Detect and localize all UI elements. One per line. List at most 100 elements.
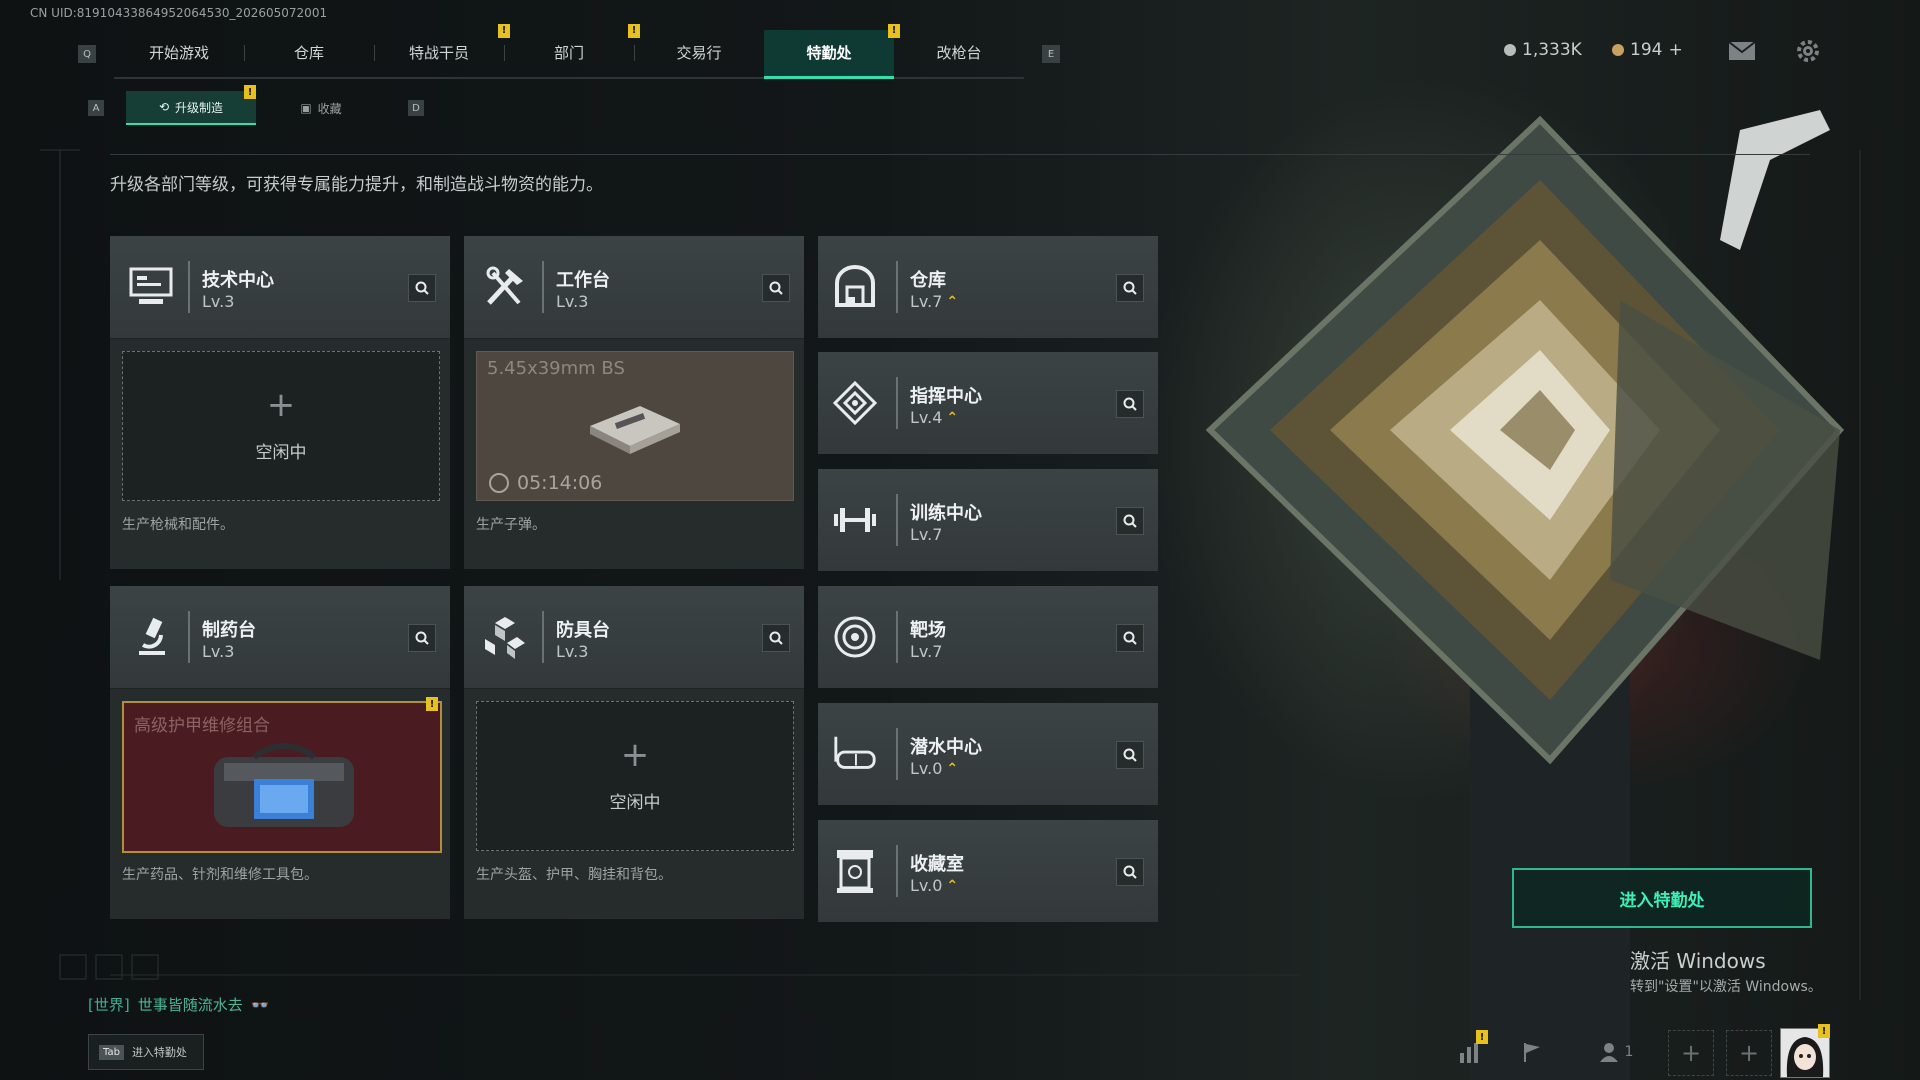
production-timer: 05:14:06 <box>489 472 602 494</box>
facility-level: Lv.7 ⌃ <box>910 292 959 311</box>
add-icon: + <box>1738 1039 1760 1067</box>
enter-special-ops-button[interactable]: 进入特勤处 <box>1512 868 1812 928</box>
search-icon[interactable] <box>1116 624 1144 652</box>
search-icon[interactable] <box>762 624 790 652</box>
friends-button[interactable]: 1 <box>1586 1030 1646 1074</box>
facility-name: 靶场 <box>910 620 946 641</box>
stats-icon[interactable]: ! <box>1448 1030 1492 1074</box>
dumbbell-icon <box>832 497 878 543</box>
separator <box>896 494 898 546</box>
page-description: 升级各部门等级，可获得专属能力提升，和制造战斗物资的能力。 <box>110 175 603 195</box>
search-icon[interactable] <box>1116 390 1144 418</box>
mail-icon[interactable] <box>1728 40 1756 62</box>
cubes-icon <box>482 614 528 660</box>
settings-gear-icon[interactable] <box>1794 40 1822 62</box>
search-icon[interactable] <box>408 274 436 302</box>
search-icon[interactable] <box>1116 274 1144 302</box>
facility-level: Lv.0 ⌃ <box>910 876 959 895</box>
friends-count: 1 <box>1624 1044 1634 1060</box>
separator <box>188 261 190 313</box>
friends-icon <box>1599 1043 1618 1062</box>
add-party-slot-button[interactable]: + <box>1726 1030 1772 1076</box>
subtab-upgrade-craft[interactable]: ⟲ 升级制造 ! <box>126 85 256 125</box>
tab-hint[interactable]: Tab 进入特勤处 <box>88 1034 204 1070</box>
card-pharmacy[interactable]: 制药台 Lv.3 高级护甲维修组合 ! 生产药品、针剂和维修工具包。 <box>110 586 450 919</box>
emote-icon: 👓 <box>250 995 270 1014</box>
slot-status: 空闲中 <box>255 443 307 463</box>
production-slot-idle[interactable]: + 空闲中 <box>476 701 794 851</box>
facility-name: 技术中心 <box>202 270 274 291</box>
special-ops-cube-illustration <box>1205 110 1845 1080</box>
upgrade-available-icon: ⌃ <box>946 409 959 426</box>
subnav-prev-key[interactable]: A <box>88 100 104 116</box>
separator <box>542 611 544 663</box>
silver-coin-icon <box>1504 44 1516 56</box>
facility-level: Lv.3 <box>202 292 235 311</box>
warehouse-icon <box>832 264 878 310</box>
card-armor-bench[interactable]: 防具台 Lv.3 + 空闲中 生产头盔、护甲、胸挂和背包。 <box>464 586 804 919</box>
card-tech-center[interactable]: 技术中心 Lv.3 + 空闲中 生产枪械和配件。 <box>110 236 450 569</box>
card-description: 生产药品、针剂和维修工具包。 <box>122 867 318 883</box>
microscope-icon <box>128 614 174 660</box>
subtab-collection[interactable]: ▣ 收藏 <box>256 92 386 124</box>
flag-icon[interactable] <box>1510 1030 1554 1074</box>
tab-start-game[interactable]: 开始游戏 <box>114 30 244 76</box>
tab-operators[interactable]: 特战干员! <box>374 23 510 76</box>
facility-level: Lv.3 <box>202 642 235 661</box>
production-slot-active[interactable]: 5.45x39mm BS 05:14:06 <box>476 351 794 501</box>
card-description: 生产枪械和配件。 <box>122 517 234 533</box>
facility-collection-room[interactable]: 收藏室 Lv.0 ⌃ <box>818 820 1158 922</box>
facility-name: 仓库 <box>910 270 946 291</box>
add-icon: + <box>620 735 650 775</box>
production-slot-complete[interactable]: 高级护甲维修组合 ! <box>122 697 442 853</box>
facility-diving-center[interactable]: 潜水中心 Lv.0 ⌃ <box>818 703 1158 805</box>
target-icon <box>832 614 878 660</box>
nav-prev-key[interactable]: Q <box>78 45 96 63</box>
card-workbench[interactable]: 工作台 Lv.3 5.45x39mm BS 05:14:06 生产子弹。 <box>464 236 804 569</box>
tab-warehouse[interactable]: 仓库 <box>244 30 374 76</box>
facility-name: 制药台 <box>202 620 256 641</box>
tab-trading[interactable]: 交易行 <box>634 30 764 76</box>
search-icon[interactable] <box>1116 858 1144 886</box>
separator <box>896 845 898 897</box>
top-nav: Q 开始游戏 仓库 特战干员! 部门! 交易行 特勤处! 改枪台 E <box>78 23 1060 79</box>
nav-next-key[interactable]: E <box>1042 45 1060 63</box>
facility-command-center[interactable]: 指挥中心 Lv.4 ⌃ <box>818 352 1158 454</box>
search-icon[interactable] <box>408 624 436 652</box>
search-icon[interactable] <box>1116 507 1144 535</box>
tab-gunsmith[interactable]: 改枪台 <box>894 30 1024 76</box>
search-icon[interactable] <box>762 274 790 302</box>
production-slot-idle[interactable]: + 空闲中 <box>122 351 440 501</box>
chat-message: 世事皆随流水去 <box>137 996 243 1014</box>
facility-shooting-range[interactable]: 靶场 Lv.7 <box>818 586 1158 688</box>
add-currency-button[interactable]: + <box>1668 40 1682 60</box>
facility-level: Lv.4 ⌃ <box>910 408 959 427</box>
facility-warehouse[interactable]: 仓库 Lv.7 ⌃ <box>818 236 1158 338</box>
collection-tab-icon: ▣ <box>300 101 312 115</box>
tab-special-ops[interactable]: 特勤处! <box>764 23 900 79</box>
gold-coin-icon <box>1612 44 1624 56</box>
card-header: 工作台 Lv.3 <box>464 236 804 339</box>
facility-level: Lv.7 <box>910 525 943 544</box>
user-id: CN UID:81910433864952064530_202605072001 <box>30 6 328 20</box>
tab-departments[interactable]: 部门! <box>504 23 640 76</box>
separator <box>896 611 898 663</box>
sub-nav: A ⟲ 升级制造 ! ▣ 收藏 D <box>88 85 424 125</box>
card-description: 生产子弹。 <box>476 517 546 533</box>
add-party-slot-button[interactable]: + <box>1668 1030 1714 1076</box>
tab-key: Tab <box>99 1044 124 1060</box>
gold-currency[interactable]: 194 + <box>1612 40 1683 60</box>
subnav-next-key[interactable]: D <box>408 100 424 116</box>
craft-icon: ⟲ <box>158 100 170 114</box>
facility-name: 收藏室 <box>910 854 964 875</box>
world-chat[interactable]: [世界] 世事皆随流水去 👓 <box>88 994 269 1015</box>
repair-kit-bag-icon <box>214 743 354 827</box>
facility-level: Lv.3 <box>556 642 589 661</box>
facility-training-center[interactable]: 训练中心 Lv.7 <box>818 469 1158 571</box>
card-header: 技术中心 Lv.3 <box>110 236 450 339</box>
ammo-box-icon <box>590 406 680 454</box>
facility-name: 指挥中心 <box>910 386 982 407</box>
search-icon[interactable] <box>1116 741 1144 769</box>
facility-level: Lv.0 ⌃ <box>910 759 959 778</box>
upgrade-available-icon: ⌃ <box>946 877 959 894</box>
